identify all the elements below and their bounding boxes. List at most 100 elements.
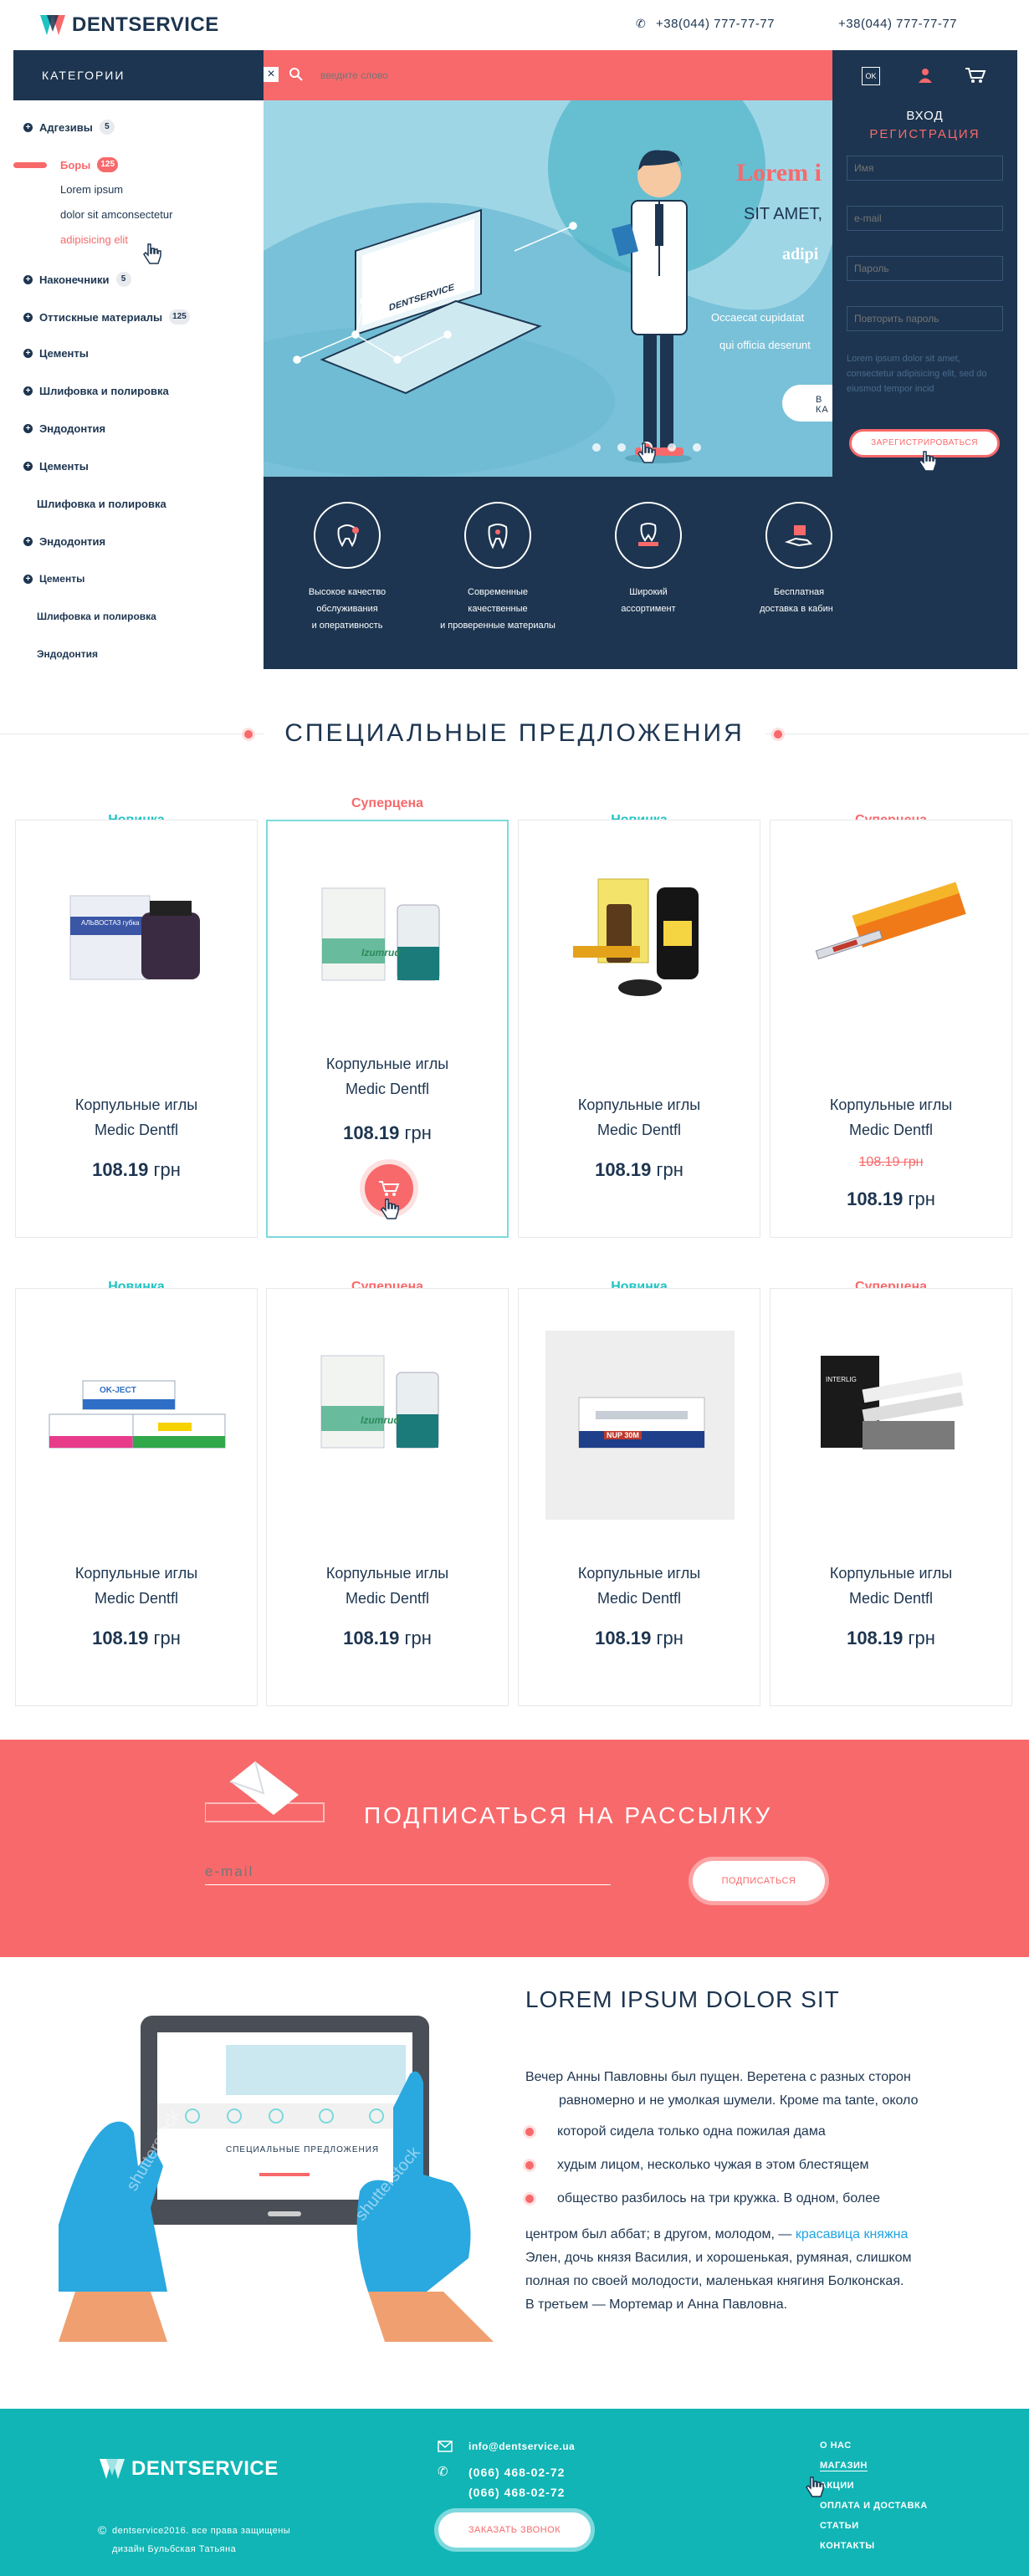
subcategory-item[interactable]: adipisicing elit bbox=[60, 233, 128, 246]
email-field[interactable] bbox=[847, 206, 1003, 231]
footer-email[interactable]: info@dentservice.ua bbox=[468, 2441, 575, 2452]
header-phone-2[interactable]: +38(044) 777-77-77 bbox=[838, 17, 957, 31]
category-count: 5 bbox=[115, 272, 131, 287]
category-item[interactable]: + Оттискные материалы 125 bbox=[23, 309, 190, 325]
currency: грн bbox=[656, 1628, 683, 1648]
footer-phone-1[interactable]: (066) 468-02-72 bbox=[468, 2466, 565, 2479]
register-title[interactable]: РЕГИСТРАЦИЯ bbox=[832, 127, 1017, 141]
category-item[interactable]: + Цементы bbox=[23, 460, 89, 473]
feature-item: Высокое качество обслуживания и оператив… bbox=[280, 502, 414, 634]
about-link[interactable]: красавица княжна bbox=[796, 2227, 909, 2241]
category-count: 125 bbox=[97, 157, 119, 172]
footer-logo[interactable]: DENTSERVICE bbox=[98, 2457, 279, 2481]
product-subname: Medic Dentfl bbox=[345, 1590, 430, 1607]
plus-icon: + bbox=[23, 122, 33, 132]
password-field[interactable] bbox=[847, 256, 1003, 281]
category-label: Боры bbox=[60, 158, 91, 171]
subscribe-button[interactable]: ПОДПИСАТЬСЯ bbox=[693, 1861, 825, 1901]
footer-link-articles[interactable]: СТАТЬИ bbox=[820, 2521, 859, 2531]
feature-text: Широкий bbox=[629, 587, 668, 597]
category-item[interactable]: + Адгезивы 5 bbox=[23, 120, 115, 135]
category-item[interactable]: Эндодонтия bbox=[37, 648, 98, 660]
footer-link-contacts[interactable]: КОНТАКТЫ bbox=[820, 2541, 875, 2551]
search-icon[interactable] bbox=[289, 67, 304, 82]
categories-title: КАТЕГОРИИ bbox=[42, 69, 125, 82]
product-price: 108.19 bbox=[595, 1159, 652, 1180]
product-card[interactable]: Корпульные иглы Medic Dentfl 108.19 грн … bbox=[770, 820, 1012, 1238]
hero-illustration bbox=[264, 50, 832, 477]
product-card-hover[interactable]: Izumrud Корпульные иглы Medic Dentfl 108… bbox=[266, 820, 509, 1238]
envelope-icon bbox=[205, 1761, 325, 1822]
category-label: Шлифовка и полировка bbox=[37, 611, 156, 622]
search-input[interactable] bbox=[320, 65, 789, 85]
newsletter-email-input[interactable] bbox=[205, 1858, 611, 1885]
category-item[interactable]: + Цементы bbox=[23, 347, 89, 360]
password-repeat-field[interactable] bbox=[847, 306, 1003, 331]
brand-logo[interactable]: DENTSERVICE bbox=[38, 13, 219, 37]
category-item[interactable]: + Эндодонтия bbox=[23, 422, 105, 435]
designer-credit: дизайн Бульбская Татьяна bbox=[112, 2544, 237, 2554]
product-label: OK-JECT bbox=[100, 1386, 136, 1395]
product-image bbox=[573, 878, 699, 996]
product-label: INTERLIG bbox=[826, 1376, 857, 1383]
category-item[interactable]: + Шлифовка и полировка bbox=[23, 385, 169, 397]
ok-button[interactable]: OK bbox=[862, 67, 880, 85]
subcategory-item[interactable]: Lorem ipsum bbox=[60, 183, 123, 196]
search-bar: × bbox=[264, 50, 832, 100]
order-call-button[interactable]: ЗАКАЗАТЬ ЗВОНОК bbox=[438, 2512, 591, 2548]
login-note: Lorem ipsum dolor sit amet, consectetur … bbox=[847, 354, 987, 394]
about-paragraph-1b: равномерно и не умолкая шумели. Кроме ma… bbox=[559, 2093, 919, 2108]
hero-text-1: Occaecat cupidatat bbox=[711, 311, 805, 324]
about-paragraph-1a: Вечер Анны Павловны был пущен. Веретена … bbox=[525, 2070, 911, 2084]
bullet-text: худым лицом, несколько чужая в этом блес… bbox=[557, 2158, 869, 2172]
product-card[interactable]: NUP 30M Корпульные иглы Medic Dentfl 108… bbox=[518, 1288, 760, 1706]
product-card[interactable]: Корпульные иглы Medic Dentfl 108.19 грн bbox=[518, 820, 760, 1238]
login-title[interactable]: ВХОД bbox=[832, 109, 1017, 123]
about-title: LOREM IPSUM DOLOR SIT bbox=[525, 1986, 840, 2012]
hero-line-2: adipi bbox=[782, 245, 819, 263]
hero-cta-button[interactable]: В КА bbox=[816, 395, 832, 415]
user-icon[interactable] bbox=[917, 67, 934, 84]
product-card[interactable]: INTERLIG Корпульные иглы Medic Dentfl 10… bbox=[770, 1288, 1012, 1706]
close-icon[interactable]: × bbox=[264, 67, 279, 82]
product-subname: Medic Dentfl bbox=[848, 1590, 934, 1607]
subcategory-item[interactable]: dolor sit amconsectetur bbox=[60, 208, 172, 221]
hand-cursor-icon bbox=[919, 451, 937, 472]
footer-phone-2[interactable]: (066) 468-02-72 bbox=[468, 2486, 565, 2499]
category-item[interactable]: + Цементы bbox=[23, 573, 84, 585]
newsletter-section: ПОДПИСАТЬСЯ НА РАССЫЛКУ ПОДПИСАТЬСЯ bbox=[0, 1740, 1029, 1957]
hand-cursor-icon bbox=[381, 1199, 399, 1219]
header-phone-1[interactable]: +38(044) 777-77-77 bbox=[656, 17, 775, 31]
tooth-icon bbox=[464, 502, 531, 569]
category-item[interactable]: + Эндодонтия bbox=[23, 535, 105, 548]
product-price: 108.19 bbox=[595, 1628, 652, 1648]
product-card[interactable]: Izumrud Корпульные иглы Medic Dentfl 108… bbox=[266, 1288, 509, 1706]
category-label: Эндодонтия bbox=[37, 648, 99, 660]
product-price: 108.19 bbox=[92, 1628, 149, 1648]
feature-text: и проверенные материалы bbox=[440, 621, 555, 631]
footer-link-about[interactable]: О НАС bbox=[820, 2441, 852, 2451]
plus-icon: + bbox=[23, 574, 33, 584]
bullet-dot bbox=[525, 2161, 534, 2170]
category-item[interactable]: + Наконечники 5 bbox=[23, 272, 131, 287]
footer-link-shop[interactable]: МАГАЗИН bbox=[820, 2461, 868, 2471]
category-item[interactable]: Шлифовка и полировка bbox=[37, 611, 156, 622]
product-name: Корпульные иглы bbox=[829, 1096, 953, 1113]
product-label: АЛЬВОСТАЗ губка bbox=[81, 919, 140, 927]
name-field[interactable] bbox=[847, 156, 1003, 181]
product-card[interactable]: АЛЬВОСТАЗ губка Корпульные иглы Medic De… bbox=[15, 820, 258, 1238]
category-item[interactable]: Шлифовка и полировка bbox=[37, 498, 166, 510]
footer-link-payment[interactable]: ОПЛАТА И ДОСТАВКА bbox=[820, 2501, 928, 2511]
features-strip: Высокое качество обслуживания и оператив… bbox=[264, 477, 838, 669]
product-price: 108.19 bbox=[847, 1188, 904, 1209]
tooth-drill-icon bbox=[314, 502, 381, 569]
cart-icon[interactable] bbox=[965, 67, 986, 84]
product-subname: Medic Dentfl bbox=[848, 1122, 934, 1138]
footer-link-sales[interactable]: АКЦИИ bbox=[820, 2481, 854, 2491]
site-footer: DENTSERVICE © dentservice2016. все права… bbox=[0, 2409, 1029, 2576]
category-item-active[interactable]: Боры 125 bbox=[60, 157, 119, 172]
product-subname: Medic Dentfl bbox=[345, 1081, 430, 1097]
about-paragraph-2c: полная по своей молодости, маленькая кня… bbox=[525, 2274, 904, 2288]
product-card[interactable]: OK-JECT Корпульные иглы Medic Dentfl 108… bbox=[15, 1288, 258, 1706]
product-image bbox=[321, 887, 440, 981]
